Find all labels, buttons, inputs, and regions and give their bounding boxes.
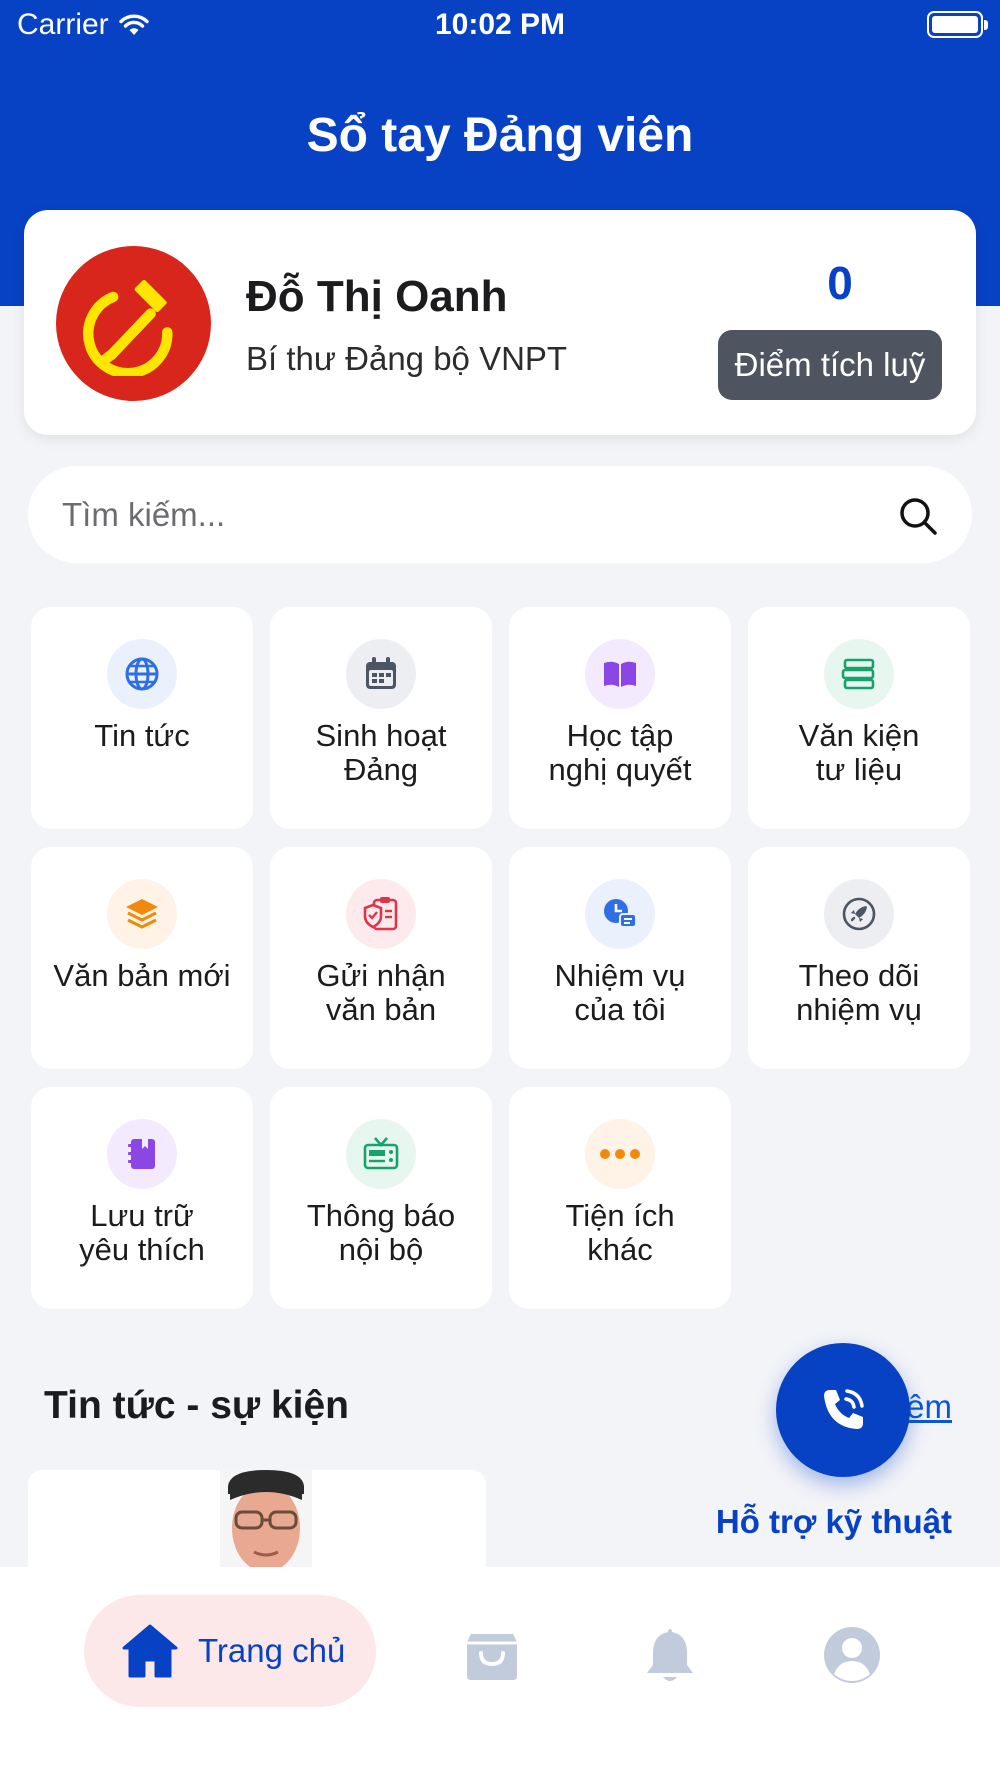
menu-tile-label: Tin tức — [94, 718, 190, 753]
book-open-icon — [585, 639, 655, 709]
support-call-button[interactable] — [776, 1343, 910, 1477]
search-placeholder: Tìm kiếm... — [62, 496, 226, 533]
shopping-bag-icon — [467, 1634, 517, 1680]
menu-tile-favorites[interactable]: Lưu trữ yêu thích — [31, 1087, 253, 1309]
profile-card[interactable]: Đỗ Thị Oanh Bí thư Đảng bộ VNPT 0 Điểm t… — [24, 210, 976, 435]
tab-store[interactable] — [460, 1623, 524, 1687]
menu-tile-documents[interactable]: Văn kiện tư liệu — [748, 607, 970, 829]
menu-tile-my-tasks[interactable]: Nhiệm vụ của tôi — [509, 847, 731, 1069]
hammer-sickle-icon — [82, 279, 172, 376]
user-name: Đỗ Thị Oanh — [246, 272, 508, 321]
points-button[interactable]: Điểm tích luỹ — [718, 330, 942, 400]
menu-tile-label: Lưu trữ yêu thích — [79, 1198, 205, 1267]
news-see-more-link[interactable]: êm — [906, 1388, 952, 1426]
task-chat-icon — [585, 879, 655, 949]
menu-tile-more-utilities[interactable]: Tiện ích khác — [509, 1087, 731, 1309]
more-dots-icon — [585, 1119, 655, 1189]
notebook-icon — [107, 1119, 177, 1189]
menu-tile-internal-notice[interactable]: Thông báo nội bộ — [270, 1087, 492, 1309]
menu-tile-label: Văn bản mới — [53, 958, 231, 993]
tab-home-label: Trang chủ — [198, 1632, 346, 1669]
points-value: 0 — [827, 257, 853, 309]
home-icon — [122, 1624, 178, 1678]
battery-icon — [927, 11, 988, 38]
menu-tile-label: Gửi nhận văn bản — [316, 958, 446, 1027]
status-bar: Carrier 10:02 PM — [0, 0, 1000, 52]
phone-call-icon — [824, 1389, 864, 1429]
news-tv-icon — [346, 1119, 416, 1189]
menu-tile-new-documents[interactable]: Văn bản mới — [31, 847, 253, 1069]
news-section-title: Tin tức - sự kiện — [44, 1384, 349, 1427]
calendar-icon — [346, 639, 416, 709]
menu-tile-label: Sinh hoạt Đảng — [315, 718, 447, 787]
menu-tile-track-tasks[interactable]: Theo dõi nhiệm vụ — [748, 847, 970, 1069]
clipboard-shield-icon — [346, 879, 416, 949]
status-time: 10:02 PM — [434, 8, 566, 41]
menu-tile-label: Học tập nghị quyết — [548, 718, 692, 787]
menu-tile-label: Nhiệm vụ của tôi — [554, 958, 686, 1027]
rocket-icon — [824, 879, 894, 949]
tab-home[interactable]: Trang chủ — [84, 1595, 376, 1707]
bottom-tab-bar: Trang chủ — [0, 1567, 1000, 1778]
menu-tile-label: Văn kiện tư liệu — [798, 718, 920, 787]
search-icon[interactable] — [898, 496, 938, 536]
menu-tile-label: Thông báo nội bộ — [306, 1198, 456, 1267]
tab-notifications[interactable] — [638, 1623, 702, 1687]
page-title: Sổ tay Đảng viên — [306, 109, 694, 162]
layers-icon — [107, 879, 177, 949]
menu-tile-label: Theo dõi nhiệm vụ — [796, 958, 922, 1027]
bell-icon — [647, 1629, 693, 1681]
menu-tile-send-receive[interactable]: Gửi nhận văn bản — [270, 847, 492, 1069]
search-input[interactable]: Tìm kiếm... — [28, 466, 972, 563]
menu-tile-party-activities[interactable]: Sinh hoạt Đảng — [270, 607, 492, 829]
menu-tile-study-resolution[interactable]: Học tập nghị quyết — [509, 607, 731, 829]
tab-profile[interactable] — [820, 1623, 884, 1687]
user-role: Bí thư Đảng bộ VNPT — [246, 340, 568, 377]
books-stack-icon — [824, 639, 894, 709]
support-label[interactable]: Hỗ trợ kỹ thuật — [716, 1503, 952, 1541]
menu-tile-news[interactable]: Tin tức — [31, 607, 253, 829]
party-emblem-avatar — [56, 246, 211, 401]
globe-icon — [107, 639, 177, 709]
menu-tile-label: Tiện ích khác — [565, 1198, 675, 1267]
user-circle-icon — [824, 1627, 880, 1683]
